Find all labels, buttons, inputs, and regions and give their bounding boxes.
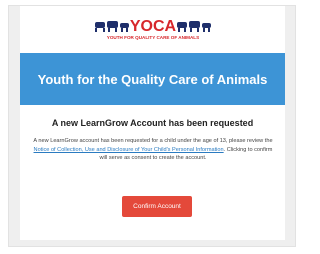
email-card: YOCA YOUTH FOR QUALITY CARE OF ANIMALS Y… bbox=[20, 6, 285, 240]
logo-tagline: YOUTH FOR QUALITY CARE OF ANIMALS bbox=[106, 35, 198, 40]
message-intro: A new LearnGrow account has been request… bbox=[33, 138, 273, 144]
animals-logo-icon: YOCA YOUTH FOR QUALITY CARE OF ANIMALS bbox=[94, 18, 211, 40]
message-body: A new LearnGrow account has been request… bbox=[29, 137, 277, 163]
message-heading: A new LearnGrow Account has been request… bbox=[51, 118, 254, 128]
privacy-notice-link[interactable]: Notice of Collection, Use and Disclosure… bbox=[34, 147, 224, 153]
confirm-account-button[interactable]: Confirm Account bbox=[122, 196, 192, 217]
header-banner: Youth for the Quality Care of Animals bbox=[20, 53, 285, 105]
yoca-logo: YOCA YOUTH FOR QUALITY CARE OF ANIMALS bbox=[20, 14, 285, 44]
logo-wordmark: YOCA bbox=[129, 18, 176, 35]
banner-title: Youth for the Quality Care of Animals bbox=[37, 71, 268, 87]
email-frame: YOCA YOUTH FOR QUALITY CARE OF ANIMALS Y… bbox=[8, 5, 296, 247]
